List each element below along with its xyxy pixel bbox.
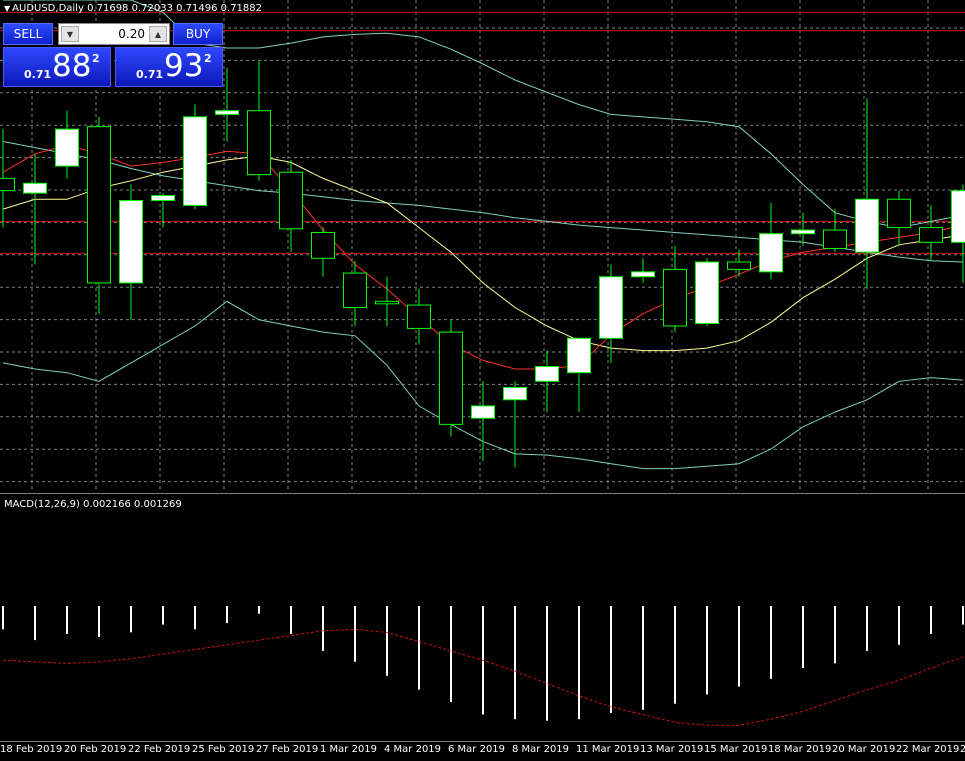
- bear-candle: [279, 171, 303, 230]
- buy-button[interactable]: BUY: [173, 23, 223, 45]
- bull-candle: [951, 190, 965, 243]
- bollinger-middle-line: [2, 141, 964, 263]
- macd-histogram: [2, 606, 964, 721]
- bear-candle: [247, 110, 271, 176]
- sell-price-prefix: 0.71: [24, 68, 52, 81]
- date-tick-label: 27 Feb 2019: [256, 744, 319, 755]
- date-tick-label: 1 Mar 2019: [320, 744, 378, 755]
- bear-candle: [663, 268, 687, 327]
- bull-candle: [23, 182, 47, 194]
- chart-title: ▼ AUDUSD,Daily 0.71698 0.72033 0.71496 0.…: [4, 3, 262, 14]
- bull-candle: [119, 199, 143, 284]
- buy-price-fraction: 2: [204, 52, 212, 65]
- bear-candle: [823, 229, 847, 249]
- bear-candle: [0, 177, 15, 192]
- date-tick-label: 6 Mar 2019: [448, 744, 506, 755]
- date-tick-label: 13 Mar 2019: [640, 744, 704, 755]
- date-tick-label: 25 Feb 2019: [192, 744, 255, 755]
- bull-candle: [791, 229, 815, 235]
- macd-title: MACD(12,26,9) 0.002166 0.001269: [4, 499, 182, 510]
- date-tick-label: 20 Feb 2019: [64, 744, 127, 755]
- bear-candle: [87, 126, 111, 284]
- fast-ma-line: [2, 144, 964, 370]
- bear-candle: [375, 300, 399, 305]
- sell-price-fraction: 2: [92, 52, 100, 65]
- date-tick-label: 2: [960, 744, 965, 755]
- bear-candle: [727, 261, 751, 270]
- sell-price-button[interactable]: 0.71 88 2: [3, 47, 111, 87]
- date-tick-label: 18 Feb 2019: [0, 744, 63, 755]
- bear-candle: [311, 231, 335, 259]
- candlesticks: [0, 61, 965, 468]
- date-tick-label: 20 Mar 2019: [832, 744, 896, 755]
- symbol-name: AUDUSD,Daily: [12, 3, 84, 14]
- date-tick-label: 8 Mar 2019: [512, 744, 570, 755]
- bull-candle: [503, 386, 527, 401]
- bear-candle: [887, 198, 911, 229]
- symbol-triangle-icon[interactable]: ▼: [4, 4, 10, 13]
- date-tick-label: 22 Feb 2019: [128, 744, 191, 755]
- chart-canvas[interactable]: [0, 0, 965, 761]
- lot-size-value[interactable]: 0.20: [118, 27, 145, 41]
- bull-candle: [55, 128, 79, 167]
- bull-candle: [471, 405, 495, 419]
- buy-price-pips: 93: [164, 48, 204, 84]
- bull-candle: [567, 337, 591, 374]
- bear-candle: [407, 304, 431, 329]
- bull-candle: [631, 271, 655, 278]
- time-axis: 18 Feb 2019 20 Feb 2019 22 Feb 2019 25 Feb …: [0, 742, 965, 761]
- date-tick-label: 22 Mar 2019: [896, 744, 960, 755]
- bull-candle: [759, 233, 783, 273]
- date-tick-label: 4 Mar 2019: [384, 744, 442, 755]
- lot-increase-icon[interactable]: ▲: [149, 26, 167, 42]
- sell-button[interactable]: SELL: [3, 23, 53, 45]
- date-tick-label: 18 Mar 2019: [768, 744, 832, 755]
- bull-candle: [535, 366, 559, 382]
- date-tick-label: 11 Mar 2019: [576, 744, 640, 755]
- bull-candle: [215, 110, 239, 115]
- buy-price-button[interactable]: 0.71 93 2: [115, 47, 223, 87]
- bull-candle: [855, 198, 879, 253]
- bull-candle: [599, 276, 623, 339]
- one-click-trading-panel: SELL ▼ 0.20 ▲ BUY 0.71 88 2 0.71 93 2: [3, 22, 225, 89]
- ohlc-values: 0.71698 0.72033 0.71496 0.71882: [87, 3, 263, 14]
- sell-price-pips: 88: [52, 48, 92, 84]
- bear-candle: [439, 331, 463, 425]
- lot-decrease-icon[interactable]: ▼: [61, 26, 79, 42]
- date-tick-label: 15 Mar 2019: [704, 744, 768, 755]
- bull-candle: [151, 195, 175, 201]
- bear-candle: [343, 272, 367, 308]
- bear-candle: [919, 227, 943, 243]
- bull-candle: [695, 261, 719, 324]
- bull-candle: [183, 116, 207, 206]
- buy-price-prefix: 0.71: [136, 68, 164, 81]
- lot-size-field[interactable]: ▼ 0.20 ▲: [58, 23, 170, 45]
- macd-grid: [32, 495, 965, 740]
